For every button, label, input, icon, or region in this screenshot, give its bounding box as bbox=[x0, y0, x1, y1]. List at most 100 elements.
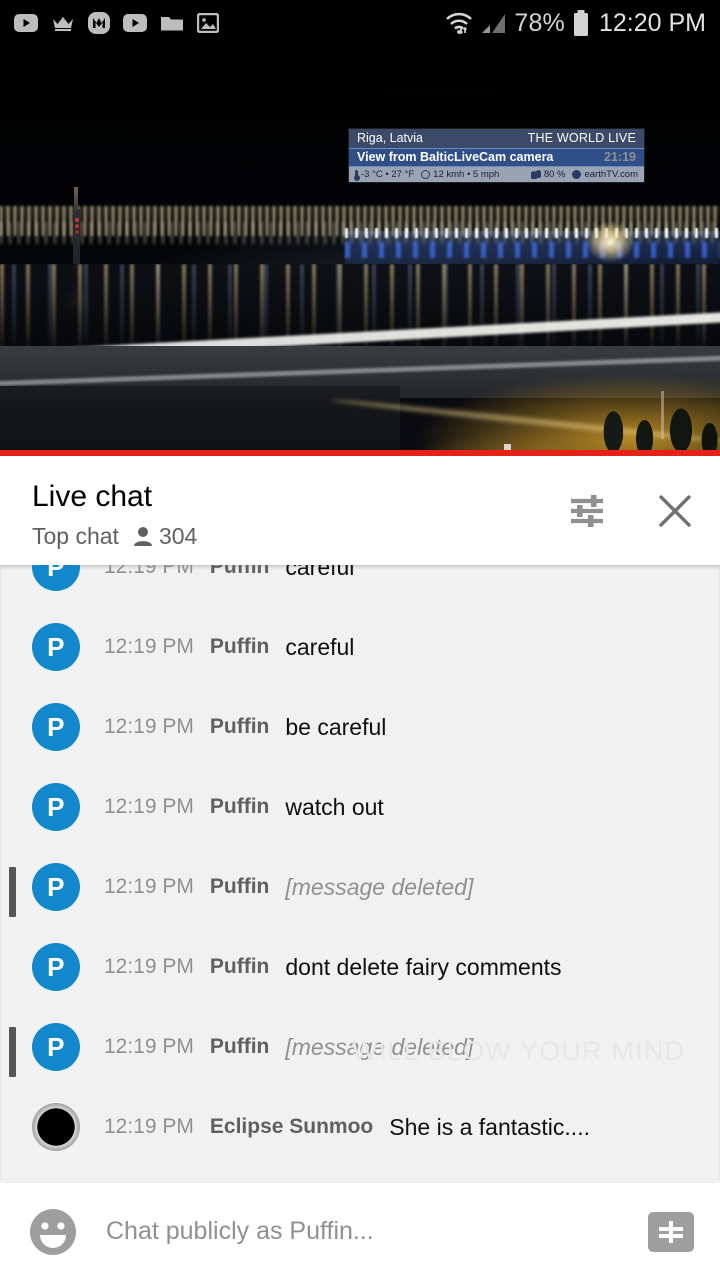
battery-percent-label: 78% bbox=[514, 8, 565, 37]
video-trees bbox=[590, 376, 720, 450]
chat-message-row[interactable]: P 12:19 PM Puffin careful bbox=[0, 565, 720, 607]
overlay-wind: 12 kmh • 5 mph bbox=[433, 169, 500, 180]
message-timestamp: 12:19 PM bbox=[104, 1115, 194, 1138]
clock-label: 12:20 PM bbox=[598, 8, 706, 37]
overlay-website: earthTV.com bbox=[584, 169, 638, 180]
m-app-icon bbox=[88, 12, 110, 34]
chat-message-row[interactable]: 12:19 PM Eclipse Sunmoo She is a fantastic… bbox=[0, 1087, 720, 1167]
message-deleted-text: [message deleted] bbox=[285, 873, 474, 900]
message-author[interactable]: Puffin bbox=[210, 955, 269, 979]
moderation-indicator-bar bbox=[9, 1027, 16, 1077]
video-tower-beacon bbox=[75, 218, 79, 222]
wind-dial-icon bbox=[421, 170, 431, 179]
message-text: be careful bbox=[285, 713, 387, 740]
avatar[interactable]: P bbox=[32, 1023, 80, 1071]
humidity-icon bbox=[530, 170, 541, 179]
message-author[interactable]: Puffin bbox=[210, 875, 269, 899]
overlay-row-weather: -3 °C • 27 °F 12 kmh • 5 mph 80 % earthT… bbox=[349, 167, 644, 182]
live-chat-title: Live chat bbox=[32, 480, 153, 513]
phone-screen: 78% 12:20 PM Riga, Latvia THE WORLD LIVE… bbox=[0, 0, 720, 1280]
super-chat-button[interactable] bbox=[648, 1211, 694, 1252]
message-timestamp: 12:19 PM bbox=[104, 875, 194, 898]
chat-settings-button[interactable] bbox=[566, 490, 608, 532]
chat-header-actions bbox=[566, 480, 696, 532]
status-bar: 78% 12:20 PM bbox=[0, 0, 720, 46]
message-timestamp: 12:19 PM bbox=[104, 795, 194, 818]
message-timestamp: 12:19 PM bbox=[104, 565, 194, 578]
webcam-info-overlay: Riga, Latvia THE WORLD LIVE View from Ba… bbox=[349, 129, 644, 182]
message-timestamp: 12:19 PM bbox=[104, 1035, 194, 1058]
overlay-source: View from BalticLiveCam camera bbox=[357, 150, 554, 164]
close-icon bbox=[659, 495, 691, 527]
chat-input-bar bbox=[0, 1182, 720, 1280]
overlay-website-group: earthTV.com bbox=[572, 169, 638, 180]
dollar-bill-icon bbox=[659, 1220, 683, 1243]
overlay-local-time: 21:19 bbox=[604, 150, 636, 164]
close-chat-button[interactable] bbox=[654, 490, 696, 532]
message-text: dont delete fairy comments bbox=[285, 953, 562, 980]
viewer-count: 304 bbox=[133, 523, 197, 550]
overlay-location: Riga, Latvia bbox=[357, 131, 424, 145]
overlay-temperature: -3 °C • 27 °F bbox=[361, 169, 415, 180]
wifi-icon bbox=[446, 12, 473, 35]
chat-message-row[interactable]: P 12:19 PM Puffin [message deleted] bbox=[0, 1007, 720, 1087]
video-bridge-lights bbox=[345, 228, 720, 238]
chat-message-row[interactable]: P 12:19 PM Puffin watch out bbox=[0, 767, 720, 847]
chat-message-row[interactable]: P 12:19 PM Puffin [message deleted] bbox=[0, 847, 720, 927]
overlay-brand: THE WORLD LIVE bbox=[527, 131, 636, 145]
image-icon bbox=[197, 13, 219, 33]
message-text: She is a fantastic.... bbox=[389, 1113, 590, 1140]
sliders-icon bbox=[571, 495, 603, 527]
youtube-icon bbox=[14, 14, 38, 32]
chat-header-subline: Top chat 304 bbox=[32, 523, 197, 550]
chat-mode-label[interactable]: Top chat bbox=[32, 523, 119, 550]
message-author[interactable]: Puffin bbox=[210, 565, 269, 579]
chat-message-list[interactable]: P 12:19 PM Puffin careful P 12:19 PM Puffin car… bbox=[0, 565, 720, 1182]
message-timestamp: 12:19 PM bbox=[104, 955, 194, 978]
overlay-humidity: 80 % bbox=[543, 169, 566, 180]
message-author[interactable]: Puffin bbox=[210, 635, 269, 659]
avatar[interactable]: P bbox=[32, 783, 80, 831]
thermometer-icon bbox=[353, 170, 360, 181]
video-player[interactable]: Riga, Latvia THE WORLD LIVE View from Ba… bbox=[0, 46, 720, 450]
overlay-humidity-group: 80 % bbox=[530, 169, 566, 180]
status-bar-notification-icons bbox=[14, 12, 219, 34]
avatar[interactable]: P bbox=[32, 565, 80, 591]
message-author[interactable]: Puffin bbox=[210, 715, 269, 739]
chat-message-row[interactable]: P 12:19 PM Puffin be careful bbox=[0, 687, 720, 767]
message-timestamp: 12:19 PM bbox=[104, 715, 194, 738]
avatar[interactable]: P bbox=[32, 623, 80, 671]
message-text: careful bbox=[285, 565, 355, 580]
message-text: careful bbox=[285, 633, 355, 660]
video-lamp-pole bbox=[661, 391, 664, 439]
message-author[interactable]: Eclipse Sunmoo bbox=[210, 1115, 373, 1139]
avatar[interactable]: P bbox=[32, 863, 80, 911]
chat-message-row[interactable]: P 12:19 PM Puffin careful bbox=[0, 607, 720, 687]
battery-icon bbox=[573, 9, 588, 36]
message-deleted-text: [message deleted] bbox=[285, 1033, 474, 1060]
live-chat-header: Live chat Top chat 304 bbox=[0, 456, 720, 565]
video-streetlamp-glow bbox=[586, 222, 634, 262]
video-reflections bbox=[0, 264, 720, 356]
chat-input[interactable] bbox=[106, 1217, 648, 1246]
avatar[interactable]: P bbox=[32, 703, 80, 751]
chat-header-titles: Live chat Top chat 304 bbox=[32, 480, 197, 550]
overlay-wind-group: 12 kmh • 5 mph bbox=[421, 169, 499, 180]
person-icon bbox=[133, 526, 152, 546]
avatar[interactable]: P bbox=[32, 943, 80, 991]
chat-message-row[interactable]: P 12:19 PM Puffin dont delete fairy comment… bbox=[0, 927, 720, 1007]
folder-icon bbox=[161, 17, 183, 31]
earthtv-logo-icon bbox=[572, 170, 582, 179]
video-bridge-blue-lights bbox=[345, 242, 720, 258]
youtube-icon bbox=[123, 14, 147, 32]
moderation-indicator-bar bbox=[9, 867, 16, 917]
overlay-row-location: Riga, Latvia THE WORLD LIVE bbox=[349, 129, 644, 148]
emoji-icon[interactable] bbox=[28, 1207, 78, 1257]
overlay-temperature-group: -3 °C • 27 °F bbox=[353, 169, 415, 181]
status-bar-system-icons: 78% 12:20 PM bbox=[444, 8, 706, 37]
overlay-row-source: View from BalticLiveCam camera 21:19 bbox=[349, 148, 644, 167]
message-author[interactable]: Puffin bbox=[210, 795, 269, 819]
crown-icon bbox=[53, 17, 73, 31]
message-author[interactable]: Puffin bbox=[210, 1035, 269, 1059]
avatar[interactable] bbox=[32, 1103, 80, 1151]
